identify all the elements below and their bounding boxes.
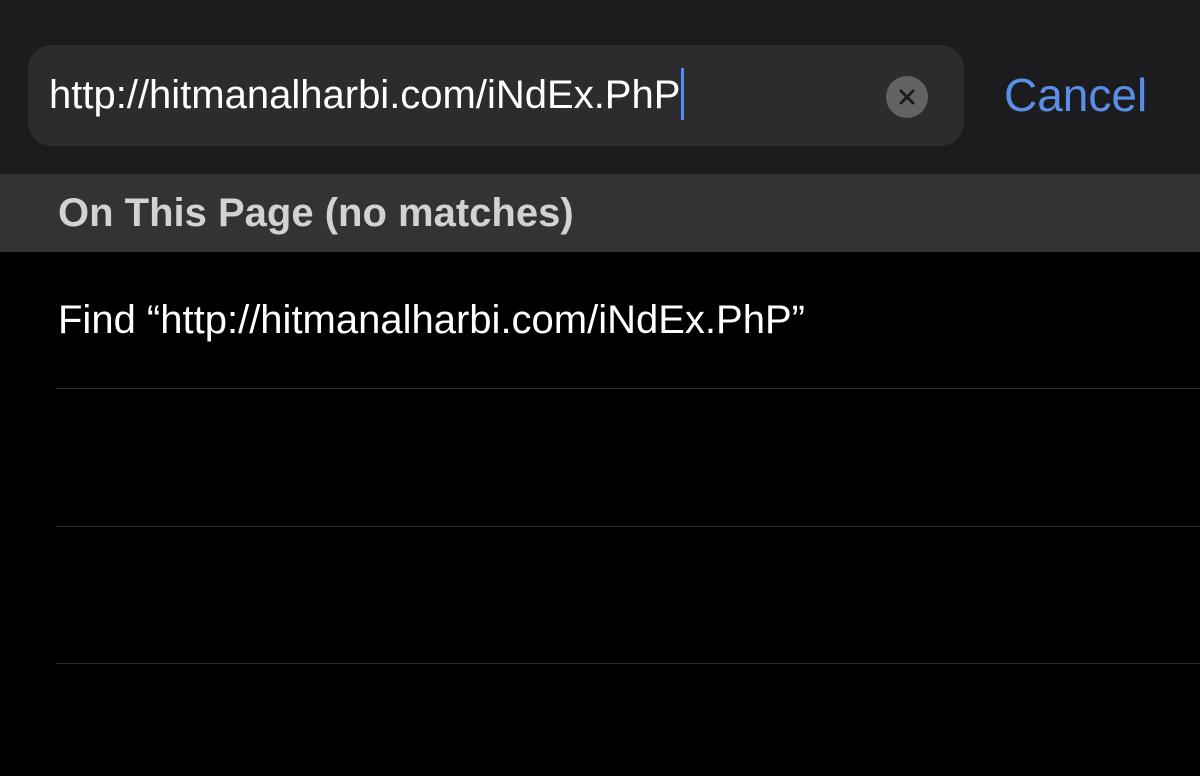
section-header: On This Page (no matches) [0, 174, 1200, 252]
list-item-empty [0, 527, 1200, 664]
find-on-page-row[interactable]: Find “http://hitmanalharbi.com/iNdEx.PhP… [0, 252, 1200, 389]
search-bar-area: http://hitmanalharbi.com/iNdEx.PhP Cance… [0, 0, 1200, 174]
clear-button[interactable] [886, 76, 928, 118]
section-header-title: On This Page (no matches) [58, 191, 574, 235]
search-input-value[interactable]: http://hitmanalharbi.com/iNdEx.PhP [49, 73, 680, 117]
find-on-page-screen: http://hitmanalharbi.com/iNdEx.PhP Cance… [0, 0, 1200, 776]
search-field[interactable]: http://hitmanalharbi.com/iNdEx.PhP [28, 45, 964, 146]
find-on-page-label[interactable]: Find “http://hitmanalharbi.com/iNdEx.PhP… [58, 252, 805, 389]
row-separator [56, 663, 1200, 664]
list-item-empty [0, 389, 1200, 526]
search-input[interactable]: http://hitmanalharbi.com/iNdEx.PhP [49, 45, 685, 146]
cancel-button[interactable]: Cancel [1004, 45, 1147, 146]
text-caret [681, 68, 685, 121]
xmark-icon [899, 89, 915, 105]
